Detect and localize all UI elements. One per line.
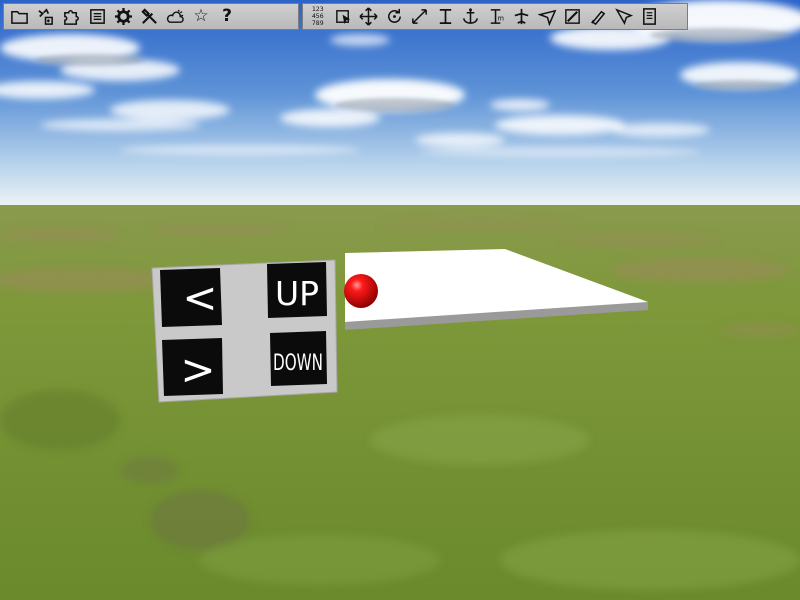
list-icon[interactable] [84,5,110,29]
down-button[interactable]: DOWN [270,331,327,386]
numbering-icon[interactable]: 123 456 789 [305,5,331,29]
scale-icon[interactable] [407,5,433,29]
measure-icon[interactable]: m [484,5,510,29]
tools-icon[interactable] [136,5,162,29]
up-button-label: UP [275,274,319,313]
up-arrow-button[interactable]: < [160,268,222,327]
gear-icon[interactable] [110,5,136,29]
help-icon[interactable]: ? [214,5,240,29]
star-icon[interactable]: ☆ [188,5,214,29]
down-button-label: DOWN [273,351,323,376]
notes-icon[interactable] [637,5,663,29]
weather-icon[interactable] [162,5,188,29]
select-box-icon[interactable] [331,5,357,29]
glider-icon[interactable] [535,5,561,29]
main-toolbar: ☆ ? [3,3,299,30]
rotate-icon[interactable] [382,5,408,29]
folder-icon[interactable] [6,5,32,29]
down-arrow-button[interactable]: > [162,338,223,396]
puzzle-icon[interactable] [58,5,84,29]
edit-toolbar: 123 456 789 m [302,3,688,30]
flag-icon[interactable] [611,5,637,29]
red-ball[interactable] [344,274,378,308]
aircraft-icon[interactable] [509,5,535,29]
svg-text:m: m [497,14,503,22]
up-arrow-label: < [182,273,217,322]
up-button[interactable]: UP [267,262,327,318]
numbering-row-3: 789 [311,19,324,27]
game-viewport[interactable] [0,0,800,600]
brush-icon[interactable] [586,5,612,29]
edit-shape-icon[interactable] [560,5,586,29]
add-object-icon[interactable] [32,5,58,29]
align-height-icon[interactable] [433,5,459,29]
anchor-icon[interactable] [458,5,484,29]
move-icon[interactable] [356,5,382,29]
down-arrow-label: > [180,345,215,394]
